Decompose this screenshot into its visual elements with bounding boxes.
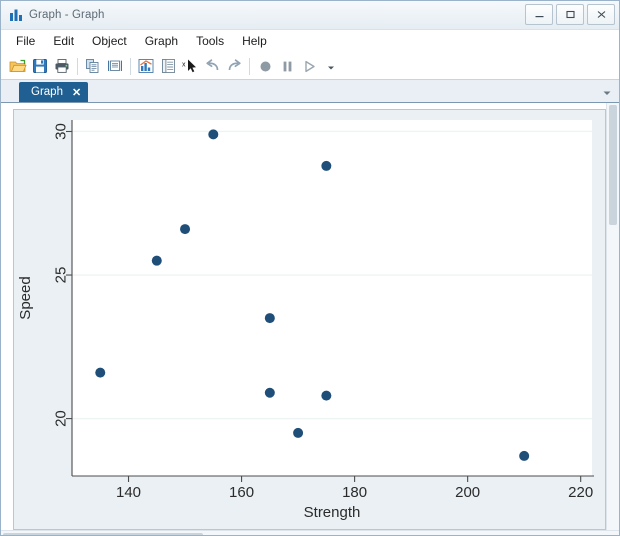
x-tick-label: 220 [568,484,593,501]
x-tick-label: 200 [455,484,480,501]
toolbar-separator [77,57,78,75]
bar-chart-icon [9,8,23,22]
data-point [208,129,219,140]
tab-close-icon[interactable]: ✕ [72,86,81,99]
x-tick-label: 140 [116,484,141,501]
window-controls [525,4,615,25]
data-point [321,390,332,401]
data-point [264,313,275,324]
redo-icon[interactable] [223,55,245,77]
print-icon[interactable] [51,55,73,77]
open-folder-icon[interactable] [7,55,29,77]
data-point [180,224,191,235]
tab-label: Graph [31,86,63,98]
x-tick-label: 180 [342,484,367,501]
undo-icon[interactable] [201,55,223,77]
window-title: Graph - Graph [29,9,105,21]
maximize-button[interactable] [556,4,584,25]
horizontal-scrollbar[interactable] [1,530,619,535]
plot-background [72,120,592,476]
new-graph-icon[interactable] [135,55,157,77]
menu-item-help[interactable]: Help [233,32,276,50]
data-point [151,255,162,266]
toolbar-separator [130,57,131,75]
grid-editor-icon[interactable] [157,55,179,77]
vertical-scrollbar[interactable] [606,103,619,535]
menu-item-object[interactable]: Object [83,32,136,50]
data-point [321,160,332,171]
data-point [519,450,530,461]
y-tick-label: 30 [53,123,70,140]
toolbar-separator [249,57,250,75]
menu-item-file[interactable]: File [7,32,44,50]
copy-icon[interactable] [82,55,104,77]
menu-bar: File Edit Object Graph Tools Help [1,30,619,53]
y-tick-label: 20 [53,410,70,427]
minimize-button[interactable] [525,4,553,25]
menu-item-tools[interactable]: Tools [187,32,233,50]
tab-graph[interactable]: Graph ✕ [19,82,89,102]
data-point [293,427,304,438]
tab-list-chevron-down-icon[interactable] [601,87,613,99]
pause-icon[interactable] [276,55,298,77]
close-button[interactable] [587,4,615,25]
vertical-scrollbar-thumb[interactable] [609,105,617,225]
svg-text:x: x [182,62,186,69]
chevron-down-icon[interactable] [320,55,342,77]
save-icon[interactable] [29,55,51,77]
graph-canvas[interactable]: 20 25 30 140 160 180 200 220 Strength Speed [13,109,606,530]
record-icon[interactable] [254,55,276,77]
tab-strip: Graph ✕ [1,80,619,103]
menu-item-graph[interactable]: Graph [136,32,187,50]
document-pane: 20 25 30 140 160 180 200 220 Strength Speed [1,103,619,535]
paste-object-icon[interactable] [104,55,126,77]
y-axis-label: Speed [17,276,34,319]
y-tick-label: 25 [53,267,70,284]
x-axis-label: Strength [304,504,361,521]
pointer-select-icon[interactable]: x [179,55,201,77]
data-point [264,387,275,398]
x-tick-label: 160 [229,484,254,501]
title-bar: Graph - Graph [1,1,619,30]
scatter-plot: 20 25 30 140 160 180 200 220 Strength Speed [14,110,605,529]
play-icon[interactable] [298,55,320,77]
toolbar: x [1,53,619,80]
menu-item-edit[interactable]: Edit [44,32,83,50]
data-point [95,367,106,378]
graph-window: Graph - Graph File Edit Object Graph Too… [0,0,620,536]
